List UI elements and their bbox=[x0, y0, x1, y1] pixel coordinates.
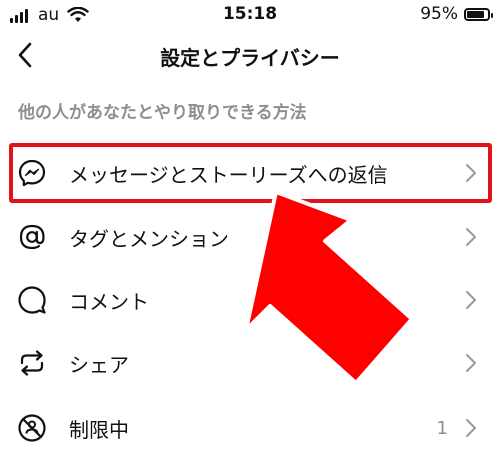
restricted-icon bbox=[16, 412, 48, 444]
chevron-right-icon bbox=[464, 418, 478, 438]
settings-row-comments[interactable]: コメント bbox=[0, 270, 500, 330]
status-right: 95% bbox=[420, 4, 493, 24]
settings-row-tags[interactable]: タグとメンション bbox=[0, 207, 500, 267]
row-label: シェア bbox=[69, 352, 129, 377]
at-sign-icon bbox=[16, 221, 48, 253]
battery-percentage: 95% bbox=[420, 4, 458, 24]
chevron-right-icon bbox=[464, 353, 478, 373]
row-label: コメント bbox=[69, 289, 149, 314]
row-label: タグとメンション bbox=[69, 226, 229, 251]
settings-row-restricted[interactable]: 制限中 1 bbox=[0, 398, 500, 450]
navigation-bar: 設定とプライバシー bbox=[0, 32, 500, 78]
restricted-count: 1 bbox=[436, 417, 448, 439]
section-header: 他の人があなたとやり取りできる方法 bbox=[18, 103, 307, 123]
battery-icon bbox=[464, 7, 493, 21]
chevron-right-icon bbox=[464, 227, 478, 247]
chevron-right-icon bbox=[464, 290, 478, 310]
settings-row-share[interactable]: シェア bbox=[0, 333, 500, 393]
page-title: 設定とプライバシー bbox=[160, 46, 340, 70]
status-bar: au 15:18 95% bbox=[0, 0, 500, 30]
comment-bubble-icon bbox=[16, 284, 48, 316]
annotation-highlight-box bbox=[9, 143, 492, 203]
row-label: 制限中 bbox=[69, 417, 129, 442]
share-repost-icon bbox=[16, 347, 48, 379]
